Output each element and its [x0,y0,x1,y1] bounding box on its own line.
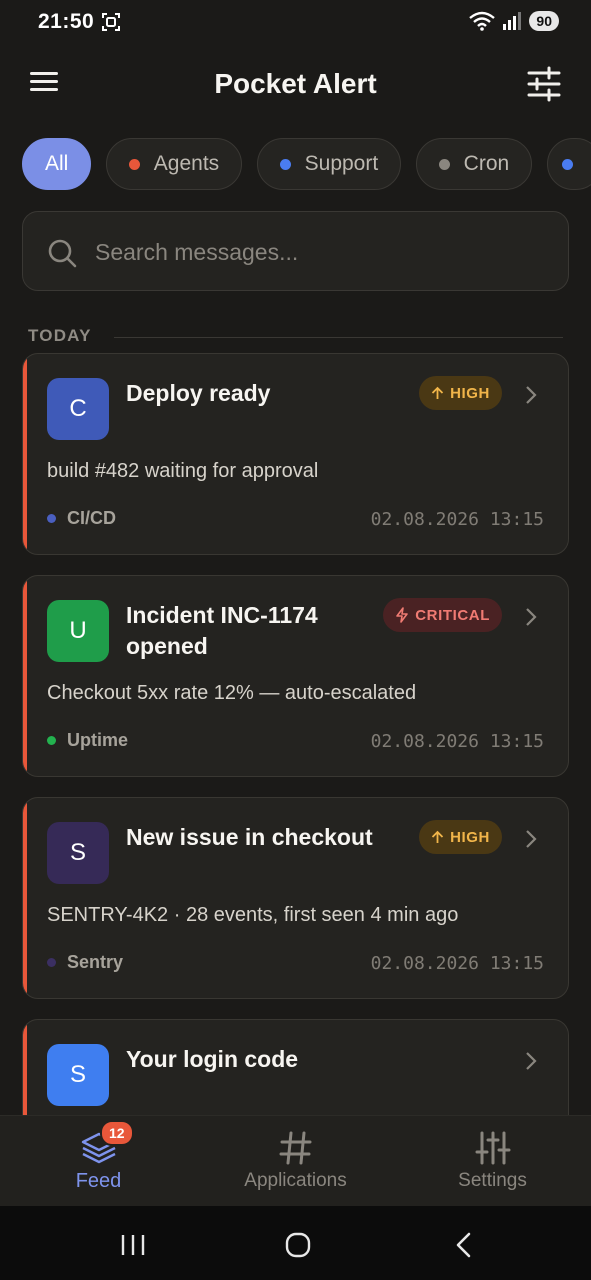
chip-label: Agents [153,152,220,175]
nav-settings[interactable]: Settings [394,1116,591,1207]
message-title-text: Your login code [126,1046,299,1072]
search-box [22,211,569,291]
message-title-line: opened [126,633,208,659]
source-label: Sentry [67,952,124,972]
message-card[interactable]: S New issue in checkout HIGH SENTRY-4K2 … [22,797,569,999]
nav-label: Applications [244,1170,347,1191]
message-source: Sentry [47,952,123,973]
nav-label: Feed [75,1170,122,1192]
lightning-icon [396,607,409,623]
source-label: CI/CD [67,508,116,528]
message-title: Incident INC-1174 opened [126,600,318,662]
app-header: Pocket Alert [0,56,591,116]
message-title: Your login code [126,1044,298,1075]
message-title: New issue in checkout [126,822,373,853]
message-timestamp: 02.08.2026 13:15 [370,953,544,974]
chip-more[interactable] [546,138,591,190]
message-title: Deploy ready [126,378,270,409]
settings-sliders-icon [475,1131,510,1165]
chip-all[interactable]: All [22,138,92,190]
message-timestamp: 02.08.2026 13:15 [370,731,544,752]
chip-cron[interactable]: Cron [415,138,533,190]
chip-label: All [45,152,69,175]
system-nav-bar [0,1206,591,1280]
source-dot [47,958,56,967]
message-title-text: Deploy ready [126,380,271,406]
nav-feed[interactable]: 12 Feed [0,1116,197,1207]
section-label: TODAY [28,326,92,345]
chip-agents[interactable]: Agents [105,138,243,190]
channel-filter-chips: All Agents Support Cron [22,138,591,190]
message-source: CI/CD [47,508,116,529]
nav-applications[interactable]: Applications [197,1116,394,1207]
status-time: 21:50 [38,10,95,33]
chip-label: Support [304,152,379,175]
message-card[interactable]: C Deploy ready HIGH build #482 waiting f… [22,353,569,555]
chevron-right-icon [526,608,537,626]
signal-icon [503,12,522,30]
message-card[interactable]: S Your login code [22,1019,569,1115]
arrow-up-icon [431,386,444,399]
source-dot [47,736,56,745]
chip-dot [438,158,450,170]
status-indicators: 90 [469,11,559,31]
app-avatar: C [47,378,109,440]
screen: 21:50 90 Pocket Alert All Agents Support… [0,0,591,1280]
status-bar: 21:50 90 [0,0,591,46]
message-body: SENTRY-4K2 · 28 events, first seen 4 min… [47,904,459,926]
message-title-line: Incident INC-1174 [126,602,318,628]
search-input[interactable] [95,232,535,272]
priority-label: CRITICAL [415,606,490,624]
message-body: build #482 waiting for approval [47,460,319,482]
app-title: Pocket Alert [214,68,377,99]
hash-icon [279,1131,311,1165]
chip-label: Cron [463,152,510,175]
chip-support[interactable]: Support [256,138,402,190]
section-divider [114,337,563,338]
source-dot [47,514,56,523]
priority-label: HIGH [450,384,490,402]
battery-indicator: 90 [529,11,559,31]
unread-count-badge: 12 [100,1120,134,1146]
section-header: TODAY [28,326,563,350]
message-feed: C Deploy ready HIGH build #482 waiting f… [22,353,569,1115]
priority-label: HIGH [450,828,490,846]
chip-dot [279,158,291,170]
chevron-right-icon [526,386,537,404]
priority-badge: HIGH [419,376,502,410]
message-source: Uptime [47,730,128,751]
search-icon [48,239,77,268]
filter-sliders-icon[interactable] [527,66,561,102]
priority-badge: CRITICAL [383,598,502,632]
app-avatar: U [47,600,109,662]
recent-apps-icon[interactable] [118,1230,148,1260]
app-avatar: S [47,822,109,884]
priority-badge: HIGH [419,820,502,854]
chevron-right-icon [526,1052,537,1070]
message-timestamp: 02.08.2026 13:15 [370,509,544,530]
bottom-nav: 12 Feed Applications Settings [0,1115,591,1206]
arrow-up-icon [431,830,444,843]
back-icon[interactable] [450,1230,480,1260]
app-avatar: S [47,1044,109,1106]
source-label: Uptime [67,730,129,750]
chevron-right-icon [526,830,537,848]
chip-dot [561,158,573,170]
message-body: Checkout 5xx rate 12% — auto-escalated [47,682,417,704]
home-icon[interactable] [283,1230,313,1260]
screenshot-icon [102,13,120,31]
nav-label: Settings [458,1170,527,1191]
wifi-icon [469,11,496,31]
chip-dot [128,158,140,170]
message-card[interactable]: U Incident INC-1174 opened CRITICAL Chec… [22,575,569,777]
message-title-text: New issue in checkout [126,824,373,850]
